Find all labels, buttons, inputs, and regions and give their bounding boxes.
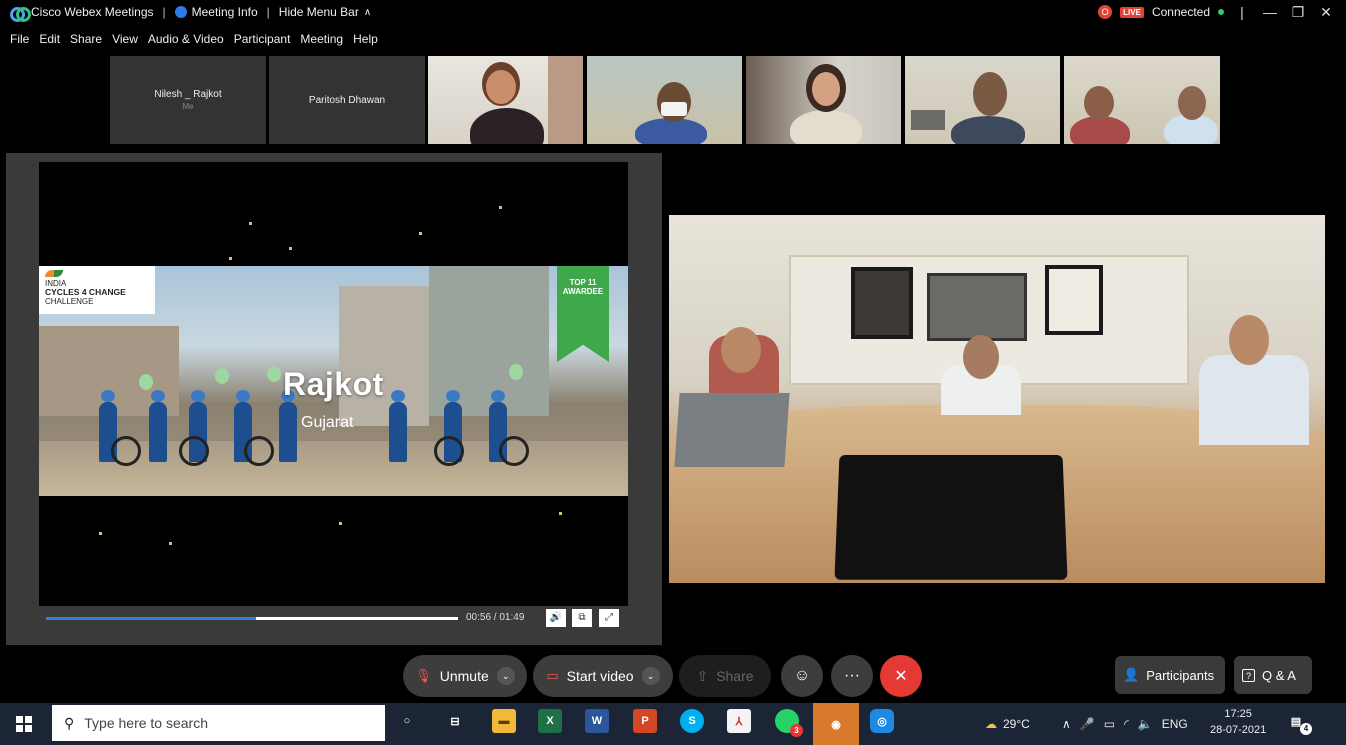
state-subtitle: Gujarat xyxy=(301,414,354,431)
system-tray: ∧ 🎤 ▭ ◜ 🔈 ENG xyxy=(1062,703,1188,745)
chevron-up-icon[interactable]: ∧ xyxy=(1062,717,1071,731)
whatsapp-icon[interactable]: 3 xyxy=(775,709,803,737)
minimize-button[interactable]: — xyxy=(1260,4,1280,20)
participants-panel-button[interactable]: 👤 Participants xyxy=(1115,656,1225,694)
webex-app-title: Cisco Webex Meetings xyxy=(10,5,154,22)
share-button[interactable]: ⇧ Share xyxy=(679,655,771,697)
menu-meeting[interactable]: Meeting xyxy=(300,32,343,52)
chevron-down-icon[interactable]: ⌄ xyxy=(496,667,515,685)
acrobat-icon[interactable]: ⅄ xyxy=(727,709,751,733)
shared-video[interactable]: INDIA CYCLES 4 CHANGE CHALLENGE TOP 11 A… xyxy=(39,162,628,606)
chrome-icon[interactable]: ◉ xyxy=(813,703,859,745)
excel-icon[interactable]: X xyxy=(538,709,562,733)
participant-video-tile[interactable] xyxy=(746,56,901,144)
fullscreen-icon[interactable]: ⤢ xyxy=(599,609,619,627)
active-speaker-video[interactable] xyxy=(669,215,1325,583)
battery-icon[interactable]: ▭ xyxy=(1104,717,1115,731)
recording-icon[interactable]: O xyxy=(1098,5,1113,19)
top11-award-ribbon: TOP 11 AWARDEE xyxy=(557,266,609,362)
unmute-button[interactable]: 🎙 Unmute ⌄ xyxy=(403,655,527,697)
reactions-button[interactable]: ☺ xyxy=(781,655,823,697)
video-frame-banner: INDIA CYCLES 4 CHANGE CHALLENGE TOP 11 A… xyxy=(39,266,628,496)
notification-count: 4 xyxy=(1300,723,1312,735)
connection-status[interactable]: Connected xyxy=(1152,5,1210,19)
connection-ok-icon xyxy=(1218,9,1224,15)
pip-icon[interactable]: ⧉ xyxy=(572,609,592,627)
chevron-up-icon: ∧ xyxy=(363,6,372,18)
notification-center-icon[interactable]: ▤ 4 xyxy=(1284,709,1312,735)
info-icon xyxy=(174,6,187,18)
start-button[interactable] xyxy=(0,703,48,745)
video-time: 00:56 / 01:49 xyxy=(466,612,525,623)
word-icon[interactable]: W xyxy=(585,709,609,733)
meeting-info-button[interactable]: Meeting Info xyxy=(174,5,258,19)
chevron-down-icon[interactable]: ⌄ xyxy=(641,667,660,685)
whatsapp-badge: 3 xyxy=(790,724,803,737)
restore-button[interactable]: ❐ xyxy=(1288,4,1308,21)
webex-taskbar-icon[interactable]: ◎ xyxy=(870,709,894,733)
participant-video-tile[interactable] xyxy=(428,56,583,144)
video-off-icon: ▭ xyxy=(546,668,559,683)
menu-view[interactable]: View xyxy=(112,32,138,52)
live-badge: LIVE xyxy=(1120,6,1144,18)
menu-edit[interactable]: Edit xyxy=(39,32,60,52)
cycles4change-logo: INDIA CYCLES 4 CHANGE CHALLENGE xyxy=(39,266,155,314)
wifi-icon[interactable]: ◜ xyxy=(1124,717,1129,731)
video-progress-fill xyxy=(46,617,257,620)
participant-video-tile[interactable] xyxy=(1064,56,1220,144)
share-icon: ⇧ xyxy=(696,667,709,684)
menu-share[interactable]: Share xyxy=(70,32,102,52)
participant-tile-self[interactable]: Nilesh _ Rajkot Me xyxy=(110,56,266,144)
webex-logo-icon xyxy=(10,7,31,22)
cortana-icon[interactable]: ○ xyxy=(395,709,419,733)
volume-icon[interactable]: 🔊 xyxy=(546,609,566,627)
video-progress-bar[interactable] xyxy=(46,617,458,620)
taskbar-search-box[interactable]: ⚲ Type here to search xyxy=(52,705,385,741)
muted-mic-icon: 🎙 xyxy=(415,668,432,683)
participant-video-tile[interactable] xyxy=(905,56,1060,144)
title-bar: Cisco Webex Meetings | Meeting Info | Hi… xyxy=(0,0,1346,24)
taskbar-clock[interactable]: 17:25 28-07-2021 xyxy=(1210,706,1266,738)
weather-widget[interactable]: ☁ 29°C xyxy=(985,703,1030,745)
task-view-icon[interactable]: ⊟ xyxy=(443,709,467,733)
participant-video-tile[interactable] xyxy=(587,56,742,144)
participant-name: Nilesh _ Rajkot xyxy=(154,89,222,100)
smiley-icon: ☺ xyxy=(793,667,811,684)
participant-me-label: Me xyxy=(182,102,194,111)
leave-meeting-button[interactable]: ✕ xyxy=(880,655,922,697)
menu-audio-video[interactable]: Audio & Video xyxy=(148,32,224,52)
menu-help[interactable]: Help xyxy=(353,32,378,52)
start-video-button[interactable]: ▭ Start video ⌄ xyxy=(533,655,673,697)
skype-icon[interactable]: S xyxy=(680,709,704,733)
menu-bar: File Edit Share View Audio & Video Parti… xyxy=(0,32,378,52)
leaf-icon xyxy=(45,270,63,277)
powerpoint-icon[interactable]: P xyxy=(633,709,657,733)
person-icon: 👤 xyxy=(1123,667,1140,682)
language-indicator[interactable]: ENG xyxy=(1162,717,1188,731)
qa-panel-button[interactable]: ? Q & A xyxy=(1234,656,1312,694)
city-title: Rajkot xyxy=(283,366,384,402)
close-window-button[interactable]: ✕ xyxy=(1316,4,1336,21)
file-explorer-icon[interactable]: ▬ xyxy=(492,709,516,733)
menu-file[interactable]: File xyxy=(10,32,29,52)
microphone-icon[interactable]: 🎤 xyxy=(1080,717,1095,731)
windows-logo-icon xyxy=(16,716,32,732)
menu-participant[interactable]: Participant xyxy=(234,32,291,52)
participant-tile[interactable]: Paritosh Dhawan xyxy=(269,56,425,144)
cloud-icon: ☁ xyxy=(985,717,997,731)
search-icon: ⚲ xyxy=(64,714,75,731)
close-icon: ✕ xyxy=(894,668,908,685)
question-icon: ? xyxy=(1242,668,1255,682)
volume-tray-icon[interactable]: 🔈 xyxy=(1138,717,1153,731)
participant-name: Paritosh Dhawan xyxy=(308,94,386,106)
hide-menu-bar-button[interactable]: Hide Menu Bar ∧ xyxy=(279,5,371,19)
more-options-button[interactable]: ··· xyxy=(831,655,873,697)
